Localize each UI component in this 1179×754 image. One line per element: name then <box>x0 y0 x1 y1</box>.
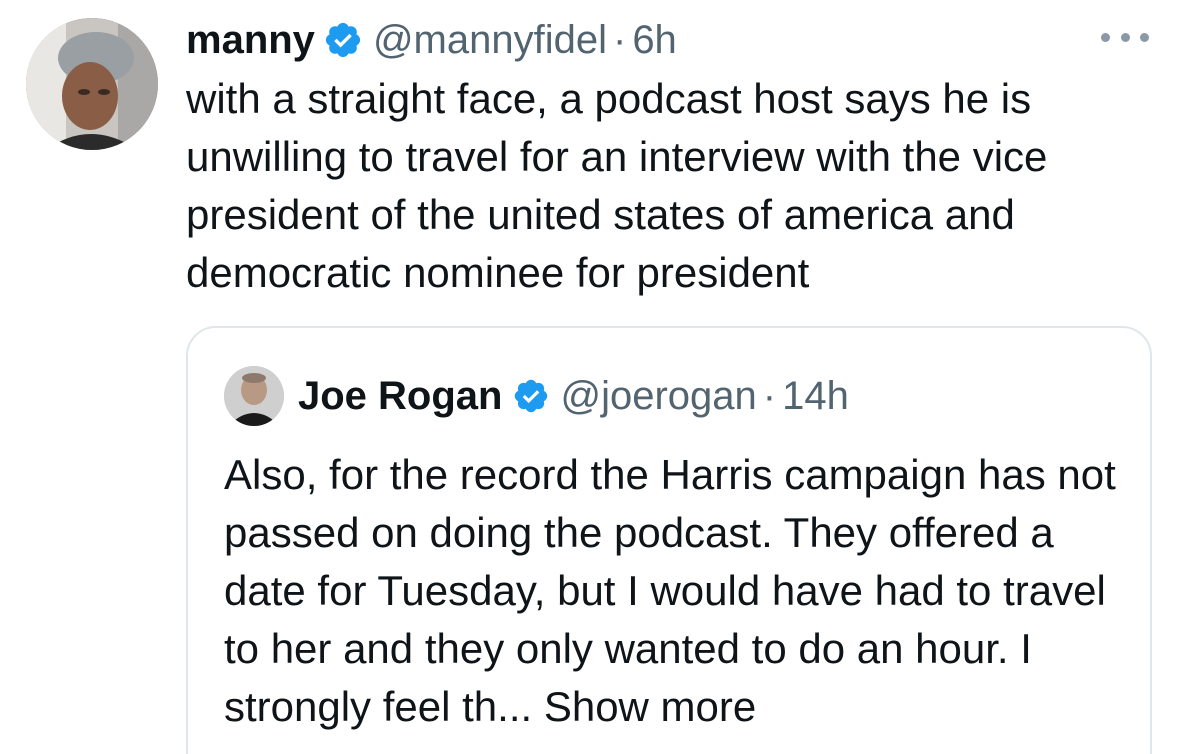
tweet-header: manny @mannyfidel · 6h <box>186 12 677 68</box>
quoted-tweet-text: Also, for the record the Harris campaign… <box>224 446 1124 736</box>
author-name[interactable]: manny <box>186 18 315 63</box>
separator-dot: · <box>612 17 627 62</box>
quoted-tweet-header: Joe Rogan @joerogan · 14h <box>224 366 849 426</box>
quoted-tweet[interactable]: Joe Rogan @joerogan · 14h Also, for the … <box>186 326 1152 754</box>
quoted-author-handle[interactable]: @joerogan <box>560 374 756 419</box>
more-horizontal-icon[interactable] <box>1101 22 1149 52</box>
separator-dot: · <box>762 373 777 418</box>
quoted-timestamp[interactable]: 14h <box>782 374 849 419</box>
quoted-author-name[interactable]: Joe Rogan <box>298 374 502 419</box>
timestamp[interactable]: 6h <box>632 18 677 63</box>
show-more-link[interactable]: Show more <box>544 683 756 730</box>
author-handle[interactable]: @mannyfidel <box>373 18 607 63</box>
tweet-text: with a straight face, a podcast host say… <box>186 75 1048 296</box>
verified-badge-icon <box>512 377 550 415</box>
verified-badge-icon <box>323 20 363 60</box>
quoted-avatar-image <box>224 366 284 426</box>
quoted-avatar[interactable] <box>224 366 284 426</box>
avatar-image <box>26 18 158 150</box>
tweet[interactable]: manny @mannyfidel · 6h with a straight f… <box>0 0 1179 754</box>
avatar[interactable] <box>26 18 158 150</box>
